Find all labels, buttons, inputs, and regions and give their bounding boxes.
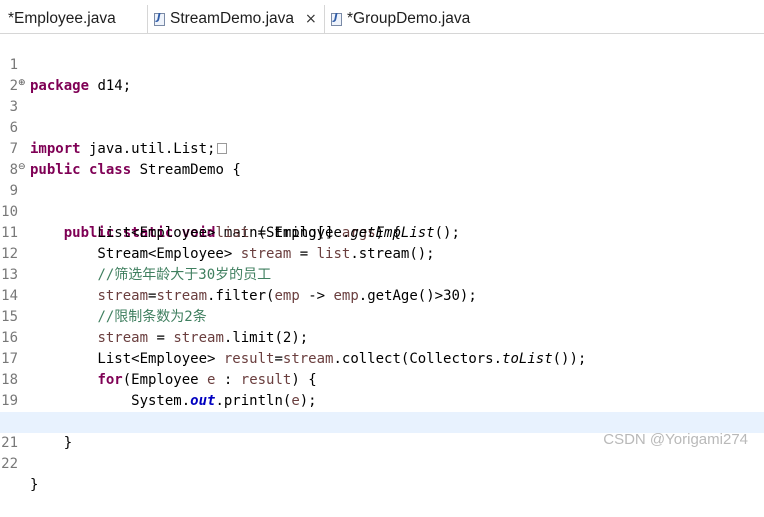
code-line: 9 ⊖ public static void main(String[] arg… xyxy=(0,157,764,241)
code-line: 8 xyxy=(0,139,764,178)
current-code-line[interactable]: 21 xyxy=(0,412,764,451)
editor-tab-bar: *Employee.java StreamDemo.java × *GroupD… xyxy=(0,0,764,34)
code-line: 14 //限制条数为2条 xyxy=(0,265,764,325)
watermark: CSDN @Yorigami274 xyxy=(603,431,748,448)
code-line: 11 Stream<Employee> stream = list.stream… xyxy=(0,202,764,262)
code-line: 12 //筛选年龄大于30岁的员工 xyxy=(0,223,764,283)
tab-streamdemo-java[interactable]: StreamDemo.java × xyxy=(147,5,325,33)
code-line: 6 xyxy=(0,97,764,136)
java-file-icon xyxy=(154,12,165,26)
tab-groupdemo-java[interactable]: *GroupDemo.java xyxy=(327,5,497,33)
tab-employee-java[interactable]: *Employee.java xyxy=(0,5,146,33)
code-line: 15 stream = stream.limit(2); xyxy=(0,286,764,346)
code-line: 2 xyxy=(0,55,764,94)
code-line: 20 } xyxy=(0,391,764,451)
fold-expand-icon[interactable]: ⊕ xyxy=(18,73,26,94)
code-editor[interactable]: 1 package d14; 2 3 ⊕ import java.util.Li… xyxy=(0,34,764,493)
java-file-icon xyxy=(331,12,342,26)
tab-label: *Employee.java xyxy=(8,10,116,27)
code-text: } xyxy=(30,477,39,493)
tab-label: *GroupDemo.java xyxy=(347,10,471,27)
code-line: 17 for(Employee e : result) { xyxy=(0,328,764,388)
close-tab-icon[interactable]: × xyxy=(305,11,317,27)
line-number: 22 xyxy=(1,456,18,472)
fold-collapse-icon[interactable]: ⊖ xyxy=(18,157,26,178)
code-line: 19 } xyxy=(0,370,764,430)
code-line: 10 List<Employee>list = Employee.getEmpL… xyxy=(0,181,764,241)
code-line: 3 ⊕ import java.util.List; xyxy=(0,73,764,157)
code-line: 18 System.out.println(e); xyxy=(0,349,764,409)
code-line: 16 List<Employee> result=stream.collect(… xyxy=(0,307,764,367)
code-line: 1 package d14; xyxy=(0,34,764,94)
tab-label: StreamDemo.java xyxy=(170,10,295,27)
code-line: 7 public class StreamDemo { xyxy=(0,118,764,178)
code-line: 13 stream=stream.filter(emp -> emp.getAg… xyxy=(0,244,764,304)
